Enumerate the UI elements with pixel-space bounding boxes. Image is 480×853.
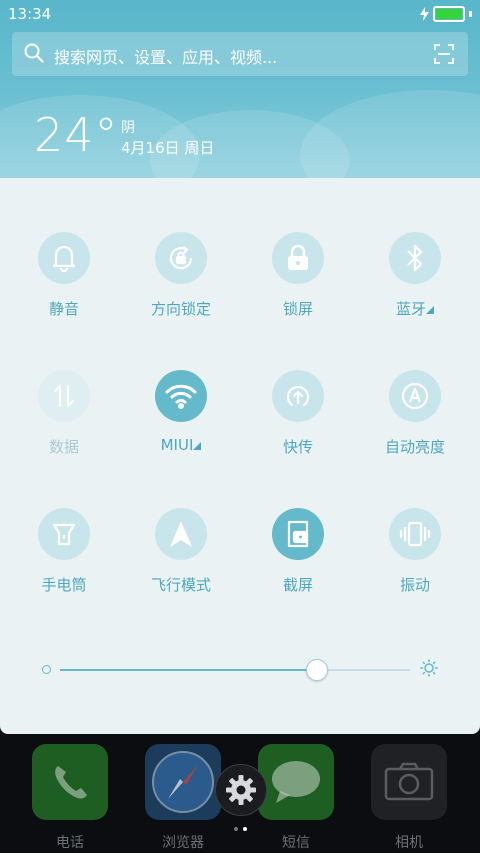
status-time: 13:34 <box>8 5 52 23</box>
toggle-rotation-lock[interactable]: 方向锁定 <box>126 232 236 332</box>
toggle-label-text: MIUI <box>160 436 194 454</box>
brightness-high-icon <box>420 659 438 677</box>
app-label: 相机 <box>395 835 423 851</box>
app-browser[interactable]: 浏览器 <box>143 744 223 851</box>
vibrate-icon <box>389 508 441 560</box>
temperature: 24° <box>34 108 119 162</box>
toggle-flashlight[interactable]: 手电筒 <box>9 508 119 608</box>
toggle-label: 截屏 <box>282 576 313 594</box>
toggle-label: MIUI <box>126 436 236 454</box>
toggle-quick-transfer[interactable]: 快传 <box>243 370 353 470</box>
cloud-decoration <box>300 90 480 178</box>
page-dot-active <box>243 827 247 831</box>
settings-button[interactable] <box>215 764 267 816</box>
toggle-screenshot[interactable]: 截屏 <box>243 508 353 608</box>
phone-icon <box>32 744 108 820</box>
lock-icon <box>272 232 324 284</box>
toggle-label: 方向锁定 <box>150 300 211 318</box>
rotation-lock-icon <box>155 232 207 284</box>
toggle-mute[interactable]: 静音 <box>9 232 119 332</box>
charging-icon <box>420 7 429 21</box>
browser-compass-icon <box>145 744 221 820</box>
messages-icon <box>258 744 334 820</box>
airplane-icon <box>155 508 207 560</box>
toggle-airplane-mode[interactable]: 飞行模式 <box>126 508 236 608</box>
toggle-bluetooth[interactable]: 蓝牙 <box>360 232 470 332</box>
quick-transfer-icon <box>272 370 324 422</box>
app-messages[interactable]: 短信 <box>256 744 336 851</box>
app-phone[interactable]: 电话 <box>30 744 110 851</box>
data-arrows-icon <box>38 370 90 422</box>
app-label: 浏览器 <box>162 835 204 851</box>
gear-icon <box>226 775 256 805</box>
slider-thumb[interactable] <box>305 659 328 681</box>
status-bar: 13:34 <box>0 0 480 28</box>
menu-corner-icon <box>426 306 434 314</box>
toggle-label: 手电筒 <box>41 576 87 594</box>
toggle-label-text: 蓝牙 <box>395 300 426 318</box>
brightness-low-icon <box>42 665 51 674</box>
wifi-icon <box>155 370 207 422</box>
search-bar[interactable]: 搜索网页、设置、应用、视频... <box>12 32 468 76</box>
weather-condition: 阴 <box>121 120 135 136</box>
slider-fill <box>60 669 316 671</box>
weather-date: 4月16日 周日 <box>121 139 215 157</box>
app-camera[interactable]: 相机 <box>369 744 449 851</box>
toggle-label: 蓝牙 <box>360 298 470 319</box>
scan-icon[interactable] <box>434 44 454 64</box>
app-label: 电话 <box>56 835 84 851</box>
toggle-label: 振动 <box>399 576 430 594</box>
toggle-label: 自动亮度 <box>384 438 445 456</box>
weather-header: 13:34 搜索网页、设置、应用、视频... 24° 阴 4月16日 周日 <box>0 0 480 178</box>
menu-corner-icon <box>193 442 202 450</box>
toggle-label: 静音 <box>48 300 79 318</box>
bluetooth-icon <box>389 232 441 284</box>
battery-fill <box>436 9 462 19</box>
toggle-label: 锁屏 <box>282 300 313 318</box>
bell-icon <box>38 232 90 284</box>
camera-icon <box>371 744 447 820</box>
toggle-vibrate[interactable]: 振动 <box>360 508 470 608</box>
control-panel: 静音 方向锁定 锁屏 蓝牙 数据 MIUI 快传 自动亮度 手电筒 飞行模式 截… <box>0 178 480 734</box>
toggle-label: 数据 <box>48 438 79 456</box>
page-indicator <box>232 827 252 833</box>
battery-icon <box>433 6 465 22</box>
search-icon <box>24 43 44 63</box>
battery-tip <box>469 11 472 17</box>
toggle-auto-brightness[interactable]: 自动亮度 <box>360 370 470 470</box>
battery-indicator <box>420 6 472 22</box>
brightness-slider[interactable] <box>0 648 480 688</box>
screenshot-icon <box>272 508 324 560</box>
auto-brightness-icon <box>389 370 441 422</box>
toggle-label: 快传 <box>282 438 313 456</box>
toggle-wifi[interactable]: MIUI <box>126 370 236 470</box>
toggle-label: 飞行模式 <box>150 576 211 594</box>
toggle-lock-screen[interactable]: 锁屏 <box>243 232 353 332</box>
app-label: 短信 <box>282 835 310 851</box>
toggle-mobile-data[interactable]: 数据 <box>9 370 119 470</box>
page-dot <box>234 827 238 831</box>
flashlight-icon <box>38 508 90 560</box>
search-placeholder: 搜索网页、设置、应用、视频... <box>54 48 278 67</box>
